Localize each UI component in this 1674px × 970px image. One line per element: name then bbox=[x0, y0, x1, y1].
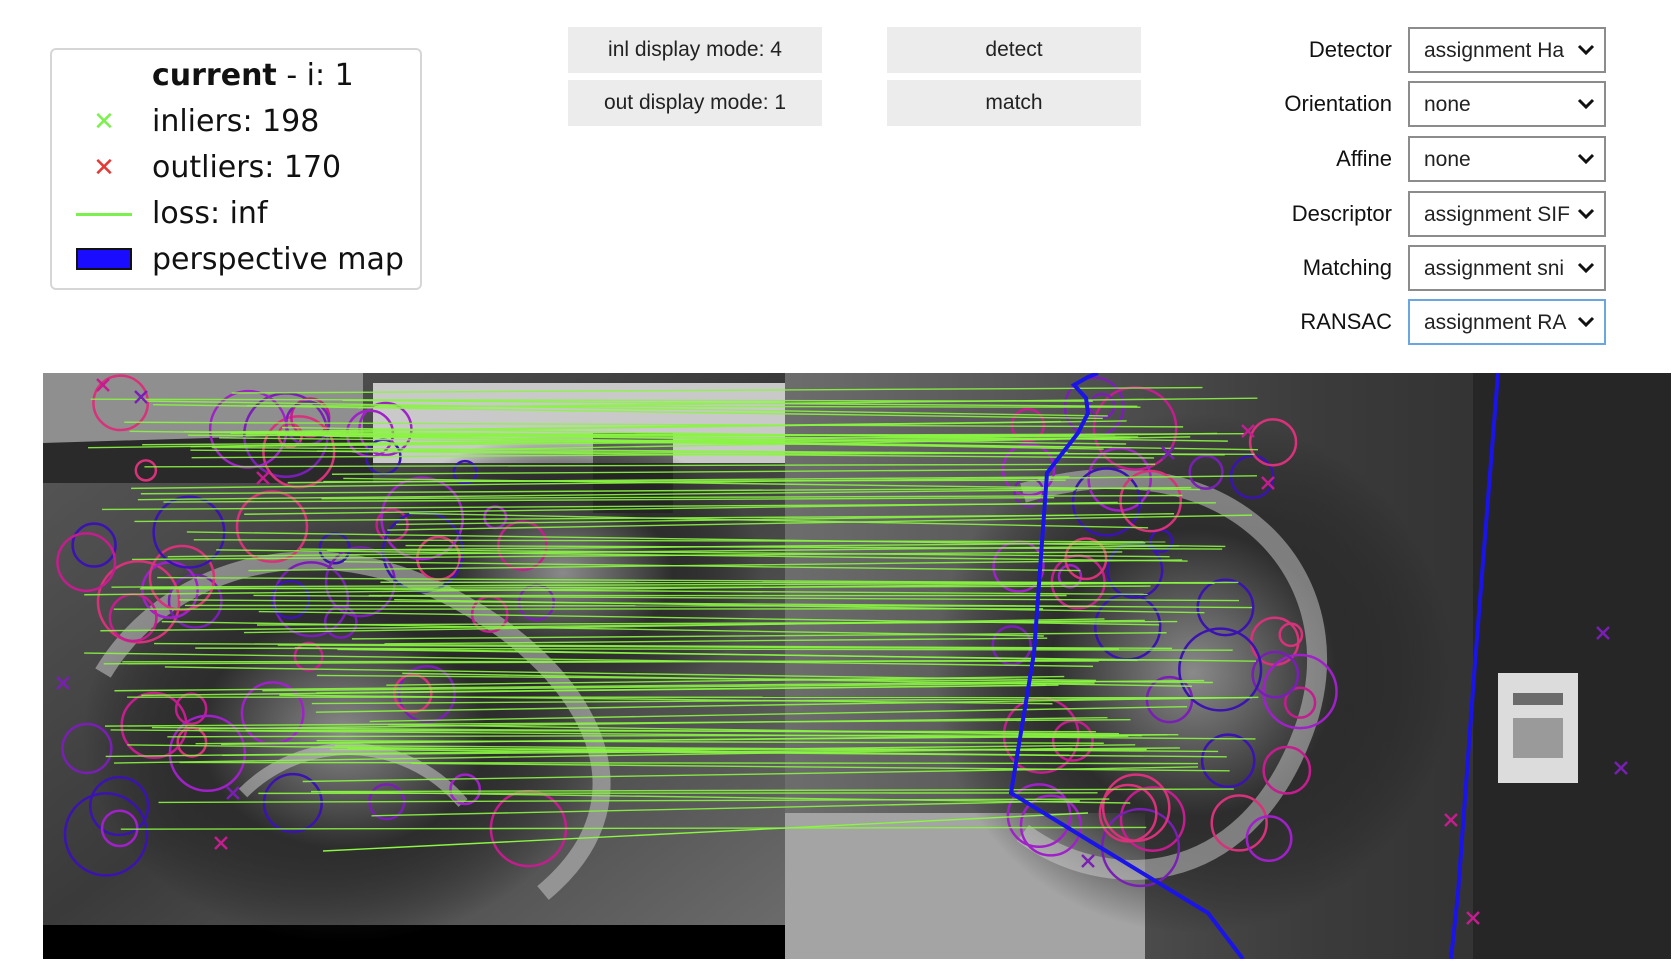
legend-inliers: ✕ inliers: 198 bbox=[52, 102, 420, 142]
loss-line-icon bbox=[72, 194, 136, 234]
dropdown-label-ransac: RANSAC bbox=[1300, 309, 1392, 334]
perspective-map-swatch-icon bbox=[72, 240, 136, 280]
legend-title-iteration: - i: 1 bbox=[276, 58, 354, 93]
legend-title-bold: current bbox=[152, 58, 277, 93]
detector-select[interactable]: assignment Ha bbox=[1408, 27, 1606, 73]
inl-display-mode-button[interactable]: inl display mode: 4 bbox=[568, 27, 822, 73]
detector-select-value: assignment Ha bbox=[1424, 39, 1565, 62]
orientation-select-value: none bbox=[1424, 93, 1471, 116]
dropdown-label-affine: Affine bbox=[1336, 146, 1392, 171]
match-visualization bbox=[43, 373, 1671, 959]
ransac-select-value: assignment RA bbox=[1424, 311, 1567, 334]
right-image bbox=[785, 373, 1671, 959]
descriptor-select-value: assignment SIF bbox=[1424, 203, 1570, 226]
detect-button[interactable]: detect bbox=[887, 27, 1141, 73]
chevron-down-icon bbox=[1577, 153, 1595, 165]
dropdown-label-descriptor: Descriptor bbox=[1291, 201, 1392, 226]
orientation-select[interactable]: none bbox=[1408, 81, 1606, 127]
legend-loss-label: loss: inf bbox=[152, 196, 268, 231]
legend-perspective-map: perspective map bbox=[52, 240, 420, 280]
dropdown-label-orientation: Orientation bbox=[1284, 91, 1392, 116]
plot-legend: current - i: 1 ✕ inliers: 198 ✕ outliers… bbox=[50, 48, 422, 290]
legend-inliers-label: inliers: 198 bbox=[152, 104, 320, 139]
dropdown-label-detector: Detector bbox=[1308, 37, 1392, 62]
legend-map-label: perspective map bbox=[152, 242, 404, 277]
chevron-down-icon bbox=[1577, 44, 1595, 56]
chevron-down-icon bbox=[1577, 98, 1595, 110]
chevron-down-icon bbox=[1577, 208, 1595, 220]
affine-select-value: none bbox=[1424, 148, 1471, 171]
out-display-mode-button[interactable]: out display mode: 1 bbox=[568, 80, 822, 126]
legend-title: current - i: 1 bbox=[52, 56, 420, 96]
matching-select-value: assignment sni bbox=[1424, 257, 1565, 280]
ransac-select[interactable]: assignment RA bbox=[1408, 299, 1606, 345]
matching-select[interactable]: assignment sni bbox=[1408, 245, 1606, 291]
legend-outliers: ✕ outliers: 170 bbox=[52, 148, 420, 188]
inlier-match-line bbox=[122, 660, 1099, 663]
left-image bbox=[43, 373, 785, 959]
inlier-marker-icon: ✕ bbox=[93, 107, 115, 137]
outlier-marker-icon: ✕ bbox=[93, 153, 115, 183]
chevron-down-icon bbox=[1577, 262, 1595, 274]
legend-loss: loss: inf bbox=[52, 194, 420, 234]
chevron-down-icon bbox=[1577, 316, 1595, 328]
descriptor-select[interactable]: assignment SIF bbox=[1408, 191, 1606, 237]
match-button[interactable]: match bbox=[887, 80, 1141, 126]
affine-select[interactable]: none bbox=[1408, 136, 1606, 182]
legend-outliers-label: outliers: 170 bbox=[152, 150, 342, 185]
dropdown-label-matching: Matching bbox=[1302, 255, 1392, 280]
